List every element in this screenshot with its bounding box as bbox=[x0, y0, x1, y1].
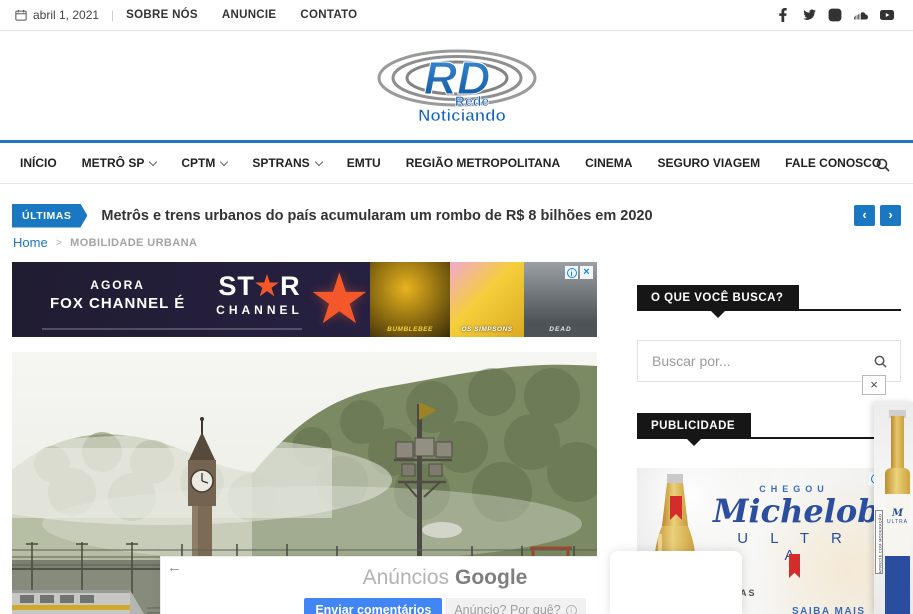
topbar-links: SOBRE NÓS ANUNCIE CONTATO bbox=[126, 9, 357, 21]
nav-sptrans[interactable]: SPTRANS bbox=[252, 156, 321, 170]
logo-line2: Noticiando bbox=[418, 106, 506, 124]
adchoices-info-icon[interactable]: i bbox=[565, 266, 578, 279]
star-icon: ★ bbox=[255, 271, 280, 301]
send-feedback-button[interactable]: Enviar comentários bbox=[304, 598, 442, 614]
ribbon-icon bbox=[789, 554, 800, 578]
search-icon[interactable] bbox=[875, 157, 891, 173]
breadcrumb-separator: > bbox=[56, 237, 62, 249]
ticker-controls: ‹ › bbox=[854, 205, 901, 226]
search-widget-header: O QUE VOCÊ BUSCA? bbox=[637, 285, 901, 311]
soundcloud-icon[interactable] bbox=[854, 8, 868, 22]
moderation-warning-strip: APRECIE COM MODERAÇÃO bbox=[875, 510, 883, 574]
chevron-down-icon bbox=[149, 157, 157, 165]
site-logo[interactable]: RD Rede Noticiando bbox=[372, 48, 542, 124]
star-channel-ad-banner[interactable]: AGORA FOX CHANNEL É ST★R CHANNEL ★ BUMBL… bbox=[12, 262, 597, 337]
ads-widget-title: PUBLICIDADE bbox=[637, 413, 751, 439]
page: abril 1, 2021 | SOBRE NÓS ANUNCIE CONTAT… bbox=[0, 0, 913, 614]
saiba-mais-link[interactable]: SAIBA MAIS bbox=[792, 606, 866, 614]
main-nav: INÍCIO METRÔ SP CPTM SPTRANS EMTU REGIÃO… bbox=[0, 140, 913, 184]
ticker-prev-button[interactable]: ‹ bbox=[854, 205, 875, 226]
instagram-icon[interactable] bbox=[828, 8, 842, 22]
nav-metro-sp[interactable]: METRÔ SP bbox=[82, 156, 157, 170]
google-ads-title: AnúnciosGoogle bbox=[329, 566, 561, 590]
adchoices-controls: i × bbox=[565, 266, 593, 279]
google-overlay-content: AnúnciosGoogle Enviar comentários Anúnci… bbox=[329, 566, 561, 614]
sidebar-search-icon[interactable] bbox=[873, 354, 888, 369]
star-channel-logo: ST★R CHANNEL bbox=[202, 271, 317, 317]
breadcrumb-current: MOBILIDADE URBANA bbox=[70, 237, 197, 249]
search-widget-title: O QUE VOCÊ BUSCA? bbox=[637, 285, 799, 311]
nav-emtu[interactable]: EMTU bbox=[347, 156, 381, 170]
nav-fale-conosco[interactable]: FALE CONOSCO bbox=[785, 156, 881, 170]
simpsons-tile: OS SIMPSONS bbox=[450, 262, 524, 337]
top-bar: abril 1, 2021 | SOBRE NÓS ANUNCIE CONTAT… bbox=[0, 0, 913, 31]
news-ticker: ÚLTIMAS Metrôs e trens urbanos do país a… bbox=[12, 203, 901, 228]
nav-seguro-viagem[interactable]: SEGURO VIAGEM bbox=[657, 156, 760, 170]
train bbox=[12, 590, 144, 614]
bumblebee-tile: BUMBLEBEE bbox=[370, 262, 450, 337]
banner-tagline: AGORA FOX CHANNEL É bbox=[50, 278, 185, 312]
sidebar-search-input[interactable] bbox=[638, 341, 868, 381]
chevron-down-icon bbox=[220, 157, 228, 165]
info-icon: i bbox=[566, 605, 577, 614]
google-overlay-buttons: Enviar comentários Anúncio? Por quê? i bbox=[329, 598, 561, 614]
nav-regiao-metropolitana[interactable]: REGIÃO METROPOLITANA bbox=[406, 156, 560, 170]
breadcrumb-home-link[interactable]: Home bbox=[13, 235, 48, 250]
floating-overlay-panel bbox=[610, 551, 742, 614]
ads-widget-header: PUBLICIDADE bbox=[637, 413, 901, 439]
ultimas-badge[interactable]: ÚLTIMAS bbox=[12, 204, 87, 228]
twitter-icon[interactable] bbox=[802, 8, 816, 22]
date-display: abril 1, 2021 bbox=[15, 8, 99, 22]
google-ads-overlay: ← AnúnciosGoogle Enviar comentários Anún… bbox=[160, 556, 597, 614]
youtube-icon[interactable] bbox=[880, 8, 894, 22]
adchoices-close-icon[interactable]: × bbox=[580, 266, 593, 279]
site-header: RD Rede Noticiando bbox=[0, 32, 913, 140]
date-text: abril 1, 2021 bbox=[33, 8, 99, 22]
calendar-icon bbox=[15, 9, 27, 21]
divider: | bbox=[111, 8, 114, 22]
facebook-icon[interactable] bbox=[776, 8, 790, 22]
nav-cptm[interactable]: CPTM bbox=[181, 156, 227, 170]
bottle-label-blue bbox=[885, 556, 910, 614]
bottle-label: M ULTRA bbox=[885, 494, 910, 556]
chevron-down-icon bbox=[314, 157, 322, 165]
nav-cinema[interactable]: CINEMA bbox=[585, 156, 632, 170]
side-ad-close-button[interactable]: × bbox=[862, 375, 886, 395]
side-vertical-ad[interactable]: M ULTRA APRECIE COM MODERAÇÃO bbox=[874, 402, 913, 614]
big-star-icon: ★ bbox=[308, 262, 371, 337]
legal-fineprint bbox=[42, 328, 302, 330]
bottle-neck bbox=[891, 416, 904, 472]
ticker-headline[interactable]: Metrôs e trens urbanos do país acumulara… bbox=[101, 208, 652, 224]
link-anuncie[interactable]: ANUNCIE bbox=[222, 9, 277, 21]
link-contato[interactable]: CONTATO bbox=[300, 9, 357, 21]
social-icons bbox=[776, 8, 898, 22]
nav-inicio[interactable]: INÍCIO bbox=[20, 156, 57, 170]
why-this-ad-button[interactable]: Anúncio? Por quê? i bbox=[445, 598, 585, 614]
breadcrumb: Home > MOBILIDADE URBANA bbox=[13, 235, 197, 250]
back-arrow-icon[interactable]: ← bbox=[167, 559, 182, 576]
michelob-brand-text: Michelob bbox=[713, 492, 873, 530]
link-sobre-nos[interactable]: SOBRE NÓS bbox=[126, 9, 198, 21]
ticker-next-button[interactable]: › bbox=[880, 205, 901, 226]
